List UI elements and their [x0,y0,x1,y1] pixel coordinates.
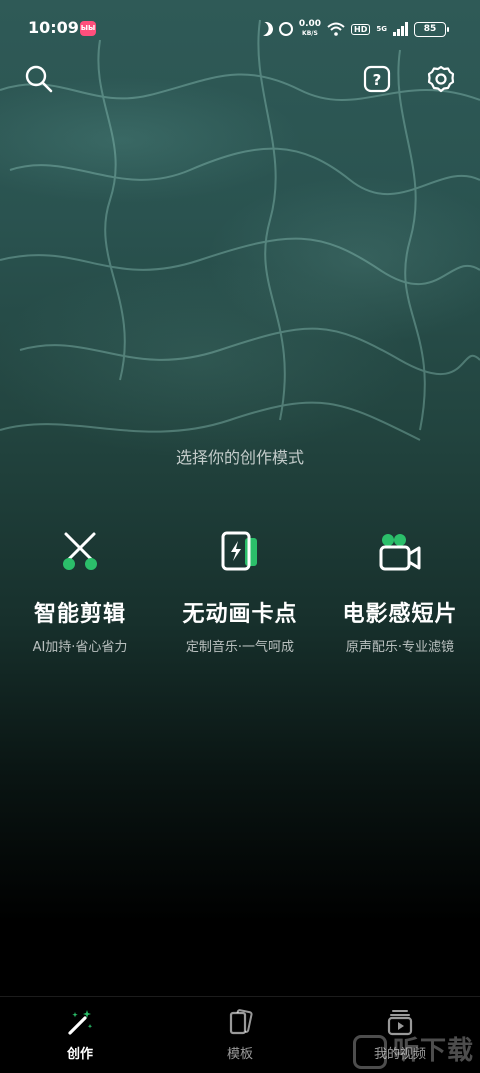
mode-title: 无动画卡点 [182,602,298,627]
signal-icon [393,22,408,36]
scissors-icon [63,532,97,570]
beat-card-icon [221,531,257,571]
gear-icon[interactable] [426,64,456,94]
watermark-logo-icon [352,1034,387,1069]
mode-cinematic[interactable]: 电影感短片 原声配乐·专业滤镜 [320,528,480,655]
mode-subtitle: AI加持·省心省力 [32,640,128,655]
tab-create[interactable]: 创作 [30,1007,130,1062]
mode-title: 电影感短片 [342,602,458,627]
mode-subtitle: 原声配乐·专业滤镜 [345,640,455,655]
app-notification-icon: ЫЫ [80,21,96,36]
net-speed-value: 0.00 [298,19,322,29]
alarm-icon [278,22,293,36]
do-not-disturb-icon [257,20,275,38]
status-bar: 10:09 ЫЫ 0.00 KB/S HD 5G 85 [0,0,480,58]
hd-badge: HD [351,23,371,35]
watermark: 听下载 [352,1030,474,1069]
mode-subtitle: 定制音乐·一气呵成 [185,640,295,655]
mode-beat-sync[interactable]: 无动画卡点 定制音乐·一气呵成 [160,528,320,655]
tab-templates[interactable]: 模板 [190,1007,290,1062]
search-icon[interactable] [24,64,54,94]
mode-smart-edit[interactable]: 智能剪辑 AI加持·省心省力 [0,528,160,655]
network-type: 5G [376,24,387,33]
mode-list: 智能剪辑 AI加持·省心省力 无动画卡点 定制音乐·一气呵成 电影感短片 原声配… [0,528,480,668]
battery-icon: 85 [414,21,449,37]
mode-prompt: 选择你的创作模式 [175,448,304,467]
network-type-label: 5G [376,24,387,33]
net-speed-unit: KB/S [302,30,318,37]
wifi-icon [327,22,345,36]
status-time: 10:09 [28,18,79,37]
video-camera-icon [379,534,421,571]
svg-text:?: ? [373,71,382,89]
tab-label: 模板 [226,1047,253,1062]
template-cards-icon [229,1009,253,1035]
watermark-text: 听下载 [392,1036,474,1066]
help-icon[interactable]: ? [362,64,392,94]
mode-title: 智能剪辑 [33,602,126,627]
net-speed: 0.00 KB/S [299,20,321,38]
status-icons: 0.00 KB/S HD 5G 85 [257,16,449,42]
magic-wand-icon [68,1010,93,1035]
tab-label: 创作 [66,1047,93,1062]
